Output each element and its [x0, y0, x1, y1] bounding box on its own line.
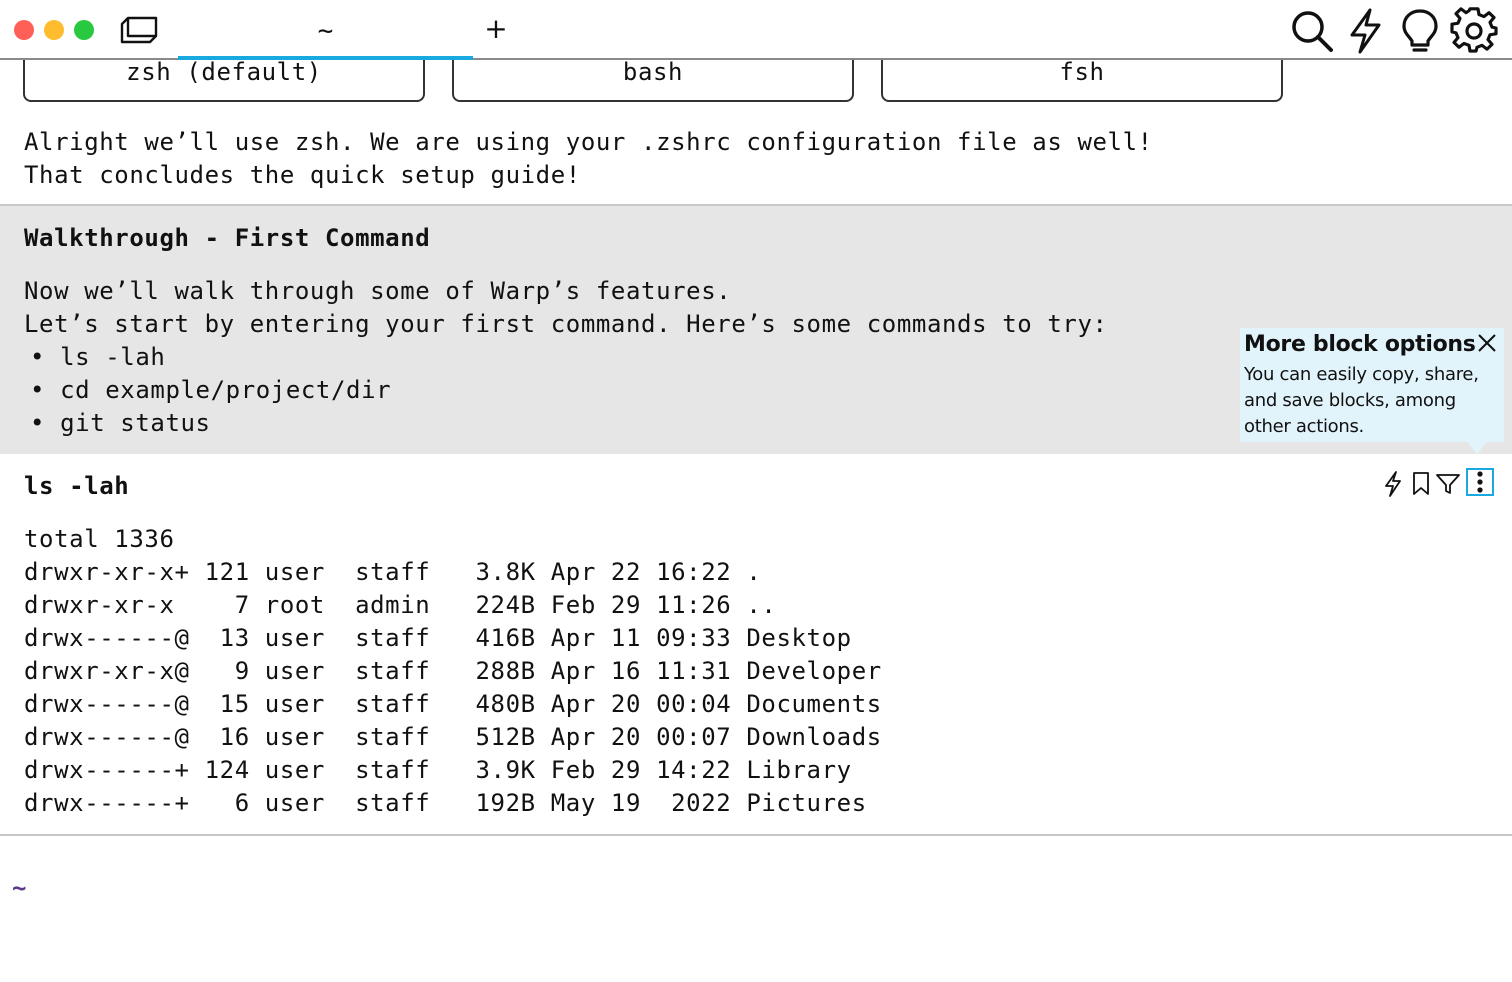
walkthrough-title: Walkthrough - First Command: [24, 224, 431, 252]
minimize-window-button[interactable]: [44, 20, 64, 40]
output-line: drwx------+ 124 user staff 3.9K Feb 29 1…: [24, 756, 852, 784]
output-line: drwx------+ 6 user staff 192B May 19 202…: [24, 789, 867, 817]
close-icon[interactable]: [1476, 332, 1498, 358]
output-line: drwxr-xr-x 7 root admin 224B Feb 29 11:2…: [24, 591, 777, 619]
filter-icon[interactable]: [1435, 470, 1461, 502]
setup-output-line: That concludes the quick setup guide!: [24, 161, 581, 189]
more-options-icon: [1477, 471, 1483, 493]
output-line: drwxr-xr-x@ 9 user staff 288B Apr 16 11:…: [24, 657, 882, 685]
output-line: total 1336: [24, 525, 175, 553]
walkthrough-line: Let’s start by entering your first comma…: [24, 310, 1108, 338]
shell-option-label: fsh: [1059, 58, 1105, 86]
gear-icon[interactable]: [1450, 7, 1498, 59]
new-tab-button[interactable]: +: [484, 14, 508, 44]
shell-option-label: bash: [622, 58, 684, 86]
bookmark-icon[interactable]: [1410, 470, 1432, 502]
output-line: drwx------@ 13 user staff 416B Apr 11 09…: [24, 624, 852, 652]
more-options-button[interactable]: [1466, 468, 1494, 496]
lightning-icon[interactable]: [1346, 7, 1386, 59]
tooltip-title: More block options: [1244, 332, 1476, 357]
walkthrough-line: Now we’ll walk through some of Warp’s fe…: [24, 277, 732, 305]
output-line: drwx------@ 15 user staff 480B Apr 20 00…: [24, 690, 882, 718]
active-tab-indicator: [178, 56, 473, 60]
shell-option-label: zsh (default): [126, 58, 322, 86]
tab-label: ~: [317, 16, 334, 46]
maximize-window-button[interactable]: [74, 20, 94, 40]
prompt-directory[interactable]: ~: [12, 874, 26, 902]
suggested-command: • ls -lah: [30, 343, 166, 371]
tooltip-body: You can easily copy, share, and save blo…: [1244, 364, 1479, 437]
title-bar: ~ +: [0, 0, 1512, 60]
suggested-command: • git status: [30, 409, 211, 437]
search-icon[interactable]: [1288, 7, 1336, 59]
block-divider: [0, 834, 1512, 836]
tabs-panel-icon[interactable]: [118, 12, 162, 50]
lightbulb-icon[interactable]: [1398, 7, 1442, 59]
tab-home[interactable]: ~: [178, 0, 473, 60]
setup-output-line: Alright we’ll use zsh. We are using your…: [24, 128, 1153, 156]
output-line: drwxr-xr-x+ 121 user staff 3.8K Apr 22 1…: [24, 558, 762, 586]
lightning-icon[interactable]: [1382, 470, 1404, 502]
tooltip-arrow: [1466, 440, 1488, 454]
block-options-tooltip: More block options You can easily copy, …: [1240, 328, 1504, 442]
output-line: drwx------@ 16 user staff 512B Apr 20 00…: [24, 723, 882, 751]
suggested-command: • cd example/project/dir: [30, 376, 392, 404]
close-window-button[interactable]: [14, 20, 34, 40]
block-command: ls -lah: [24, 472, 130, 500]
